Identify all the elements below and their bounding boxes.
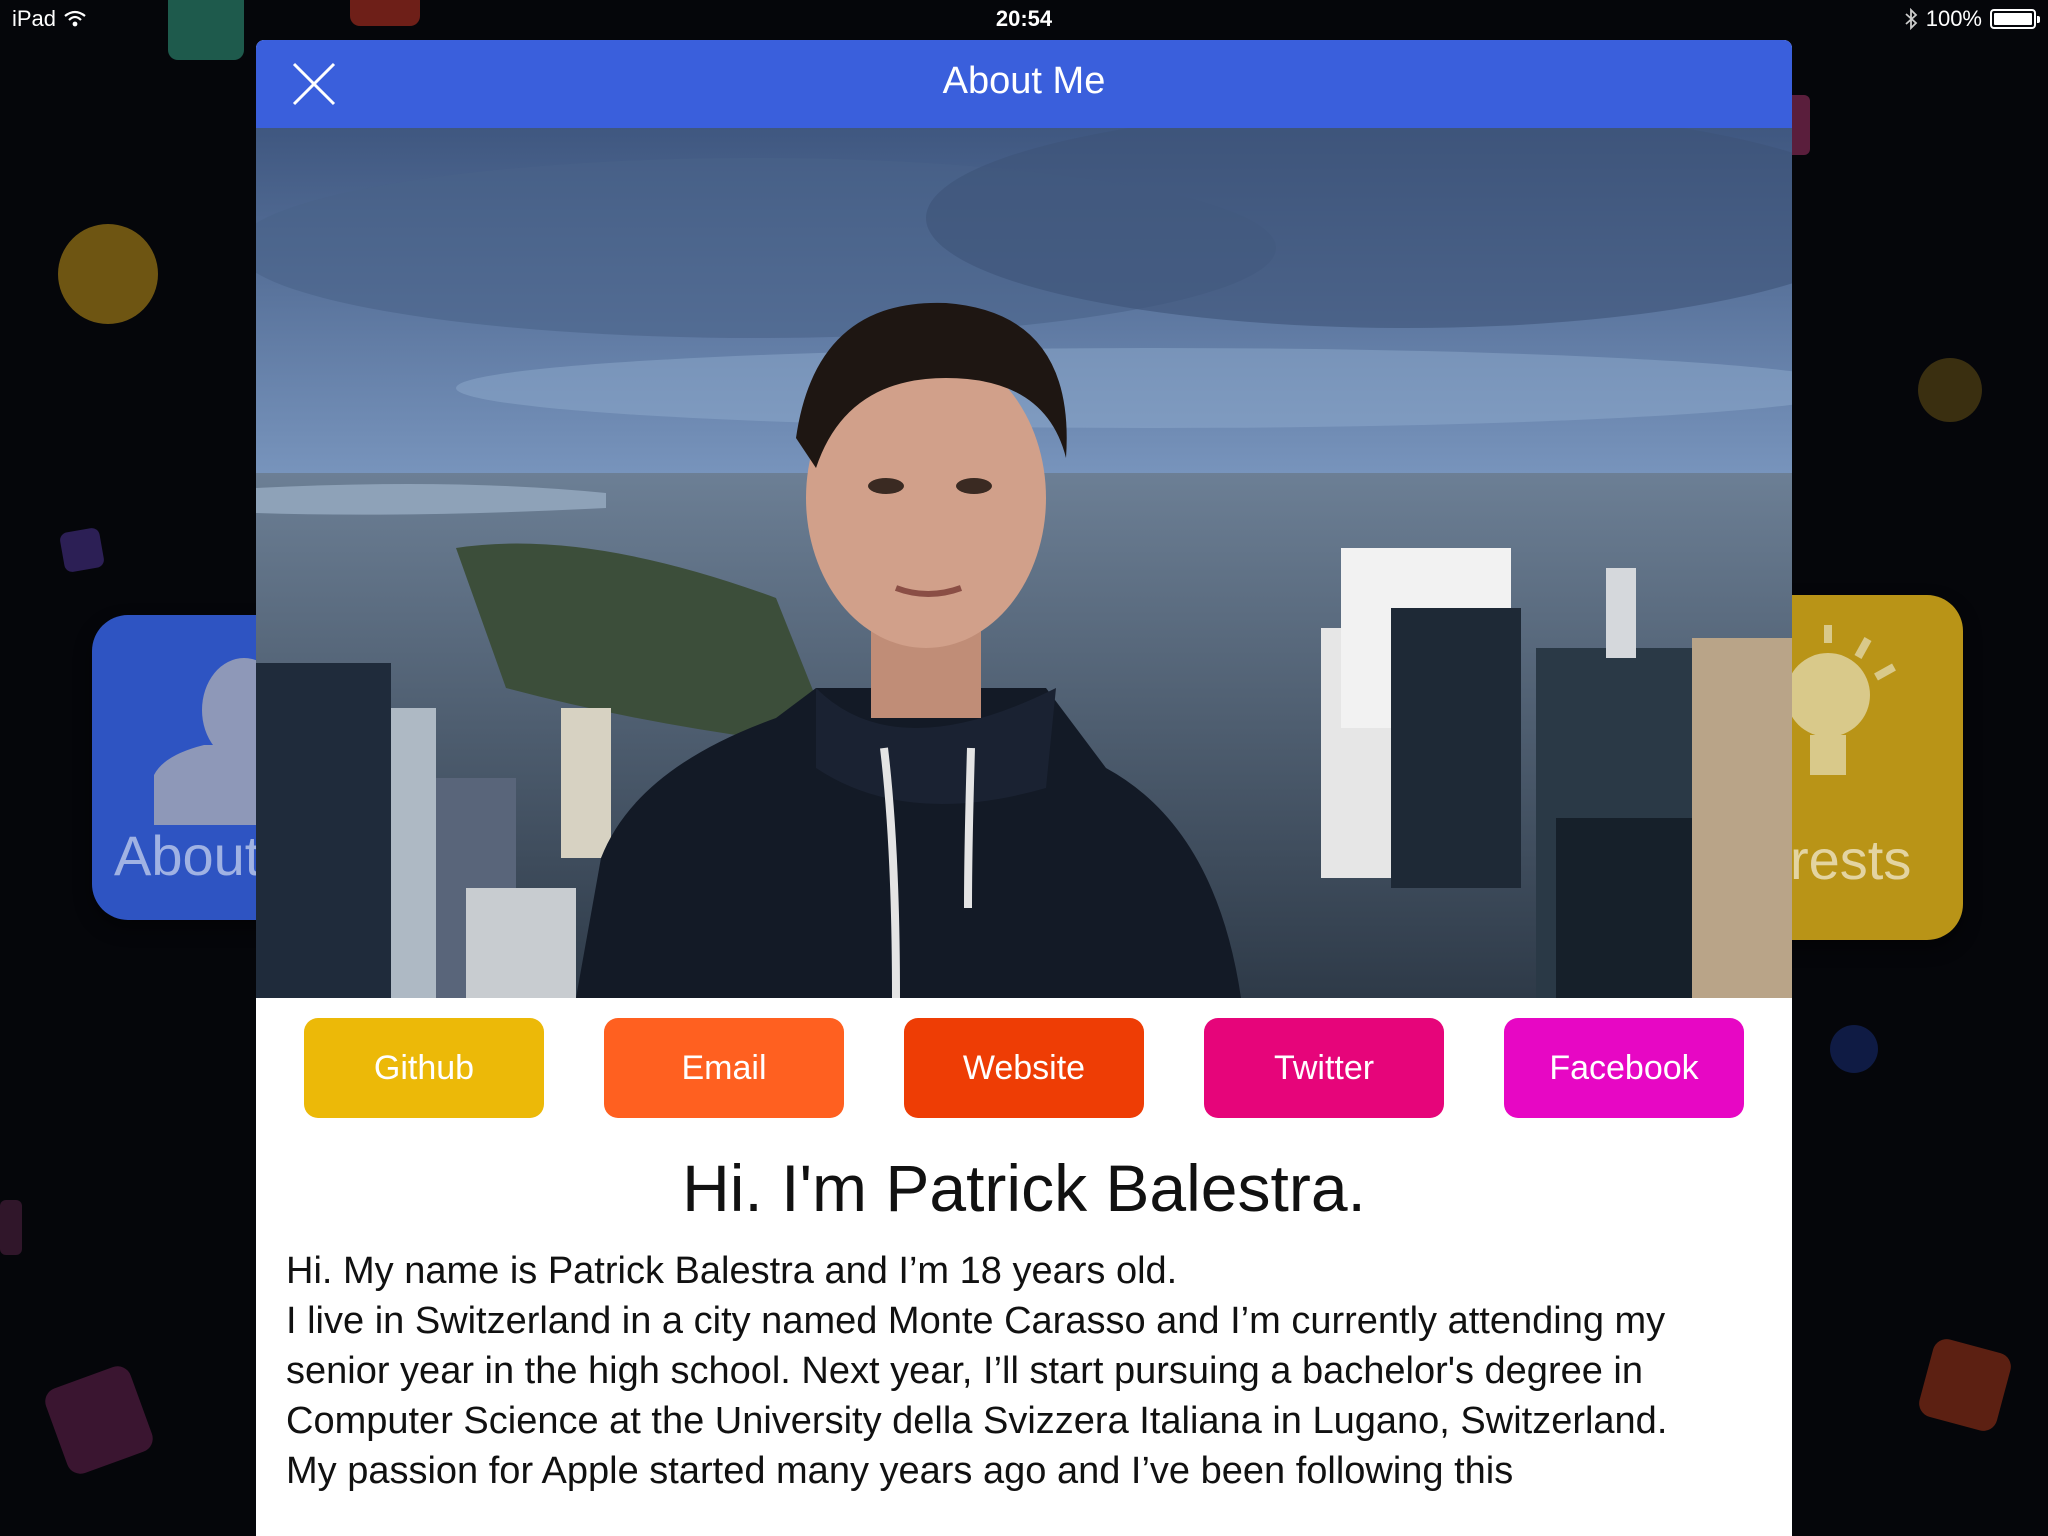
status-time: 20:54 xyxy=(995,6,1053,31)
about-me-modal: About Me Github Email Website Twitter Fa… xyxy=(256,40,1792,1536)
bio-paragraph: My passion for Apple started many years … xyxy=(286,1450,1514,1492)
page-title: About Me xyxy=(942,60,1106,102)
bio-paragraph: Hi. My name is Patrick Balestra and I’m … xyxy=(286,1250,1178,1292)
bg-shape xyxy=(1830,1025,1878,1073)
battery-percent: 100% xyxy=(1925,6,1982,31)
status-bar: iPad 20:54 100% xyxy=(0,0,2048,40)
bg-shape xyxy=(1916,1336,2014,1434)
about-tile-label: About xyxy=(114,824,261,887)
social-buttons: Github Email Website Twitter Facebook xyxy=(256,1018,1792,1118)
github-button[interactable]: Github xyxy=(304,1018,544,1118)
interests-tile-label: rests xyxy=(1790,828,1912,891)
status-right: 100% xyxy=(1904,6,2040,32)
bg-shape xyxy=(58,224,158,324)
website-button[interactable]: Website xyxy=(904,1018,1144,1118)
bio-text: Hi. My name is Patrick Balestra and I’m … xyxy=(286,1246,1766,1496)
greeting-heading: Hi. I'm Patrick Balestra. xyxy=(682,1151,1366,1225)
lightbulb-icon xyxy=(1788,625,1896,775)
bluetooth-icon xyxy=(1905,8,1918,30)
bg-shape xyxy=(41,1362,157,1478)
navigation-bar: About Me xyxy=(256,40,1792,128)
twitter-button[interactable]: Twitter xyxy=(1204,1018,1444,1118)
battery-icon xyxy=(1990,9,2040,29)
bio-paragraph: I live in Switzerland in a city named Mo… xyxy=(286,1300,1668,1442)
email-button[interactable]: Email xyxy=(604,1018,844,1118)
bg-shape xyxy=(58,526,106,574)
facebook-button[interactable]: Facebook xyxy=(1504,1018,1744,1118)
bg-shape xyxy=(0,1200,22,1255)
profile-photo xyxy=(256,128,1792,998)
bg-shape xyxy=(1918,358,1982,422)
